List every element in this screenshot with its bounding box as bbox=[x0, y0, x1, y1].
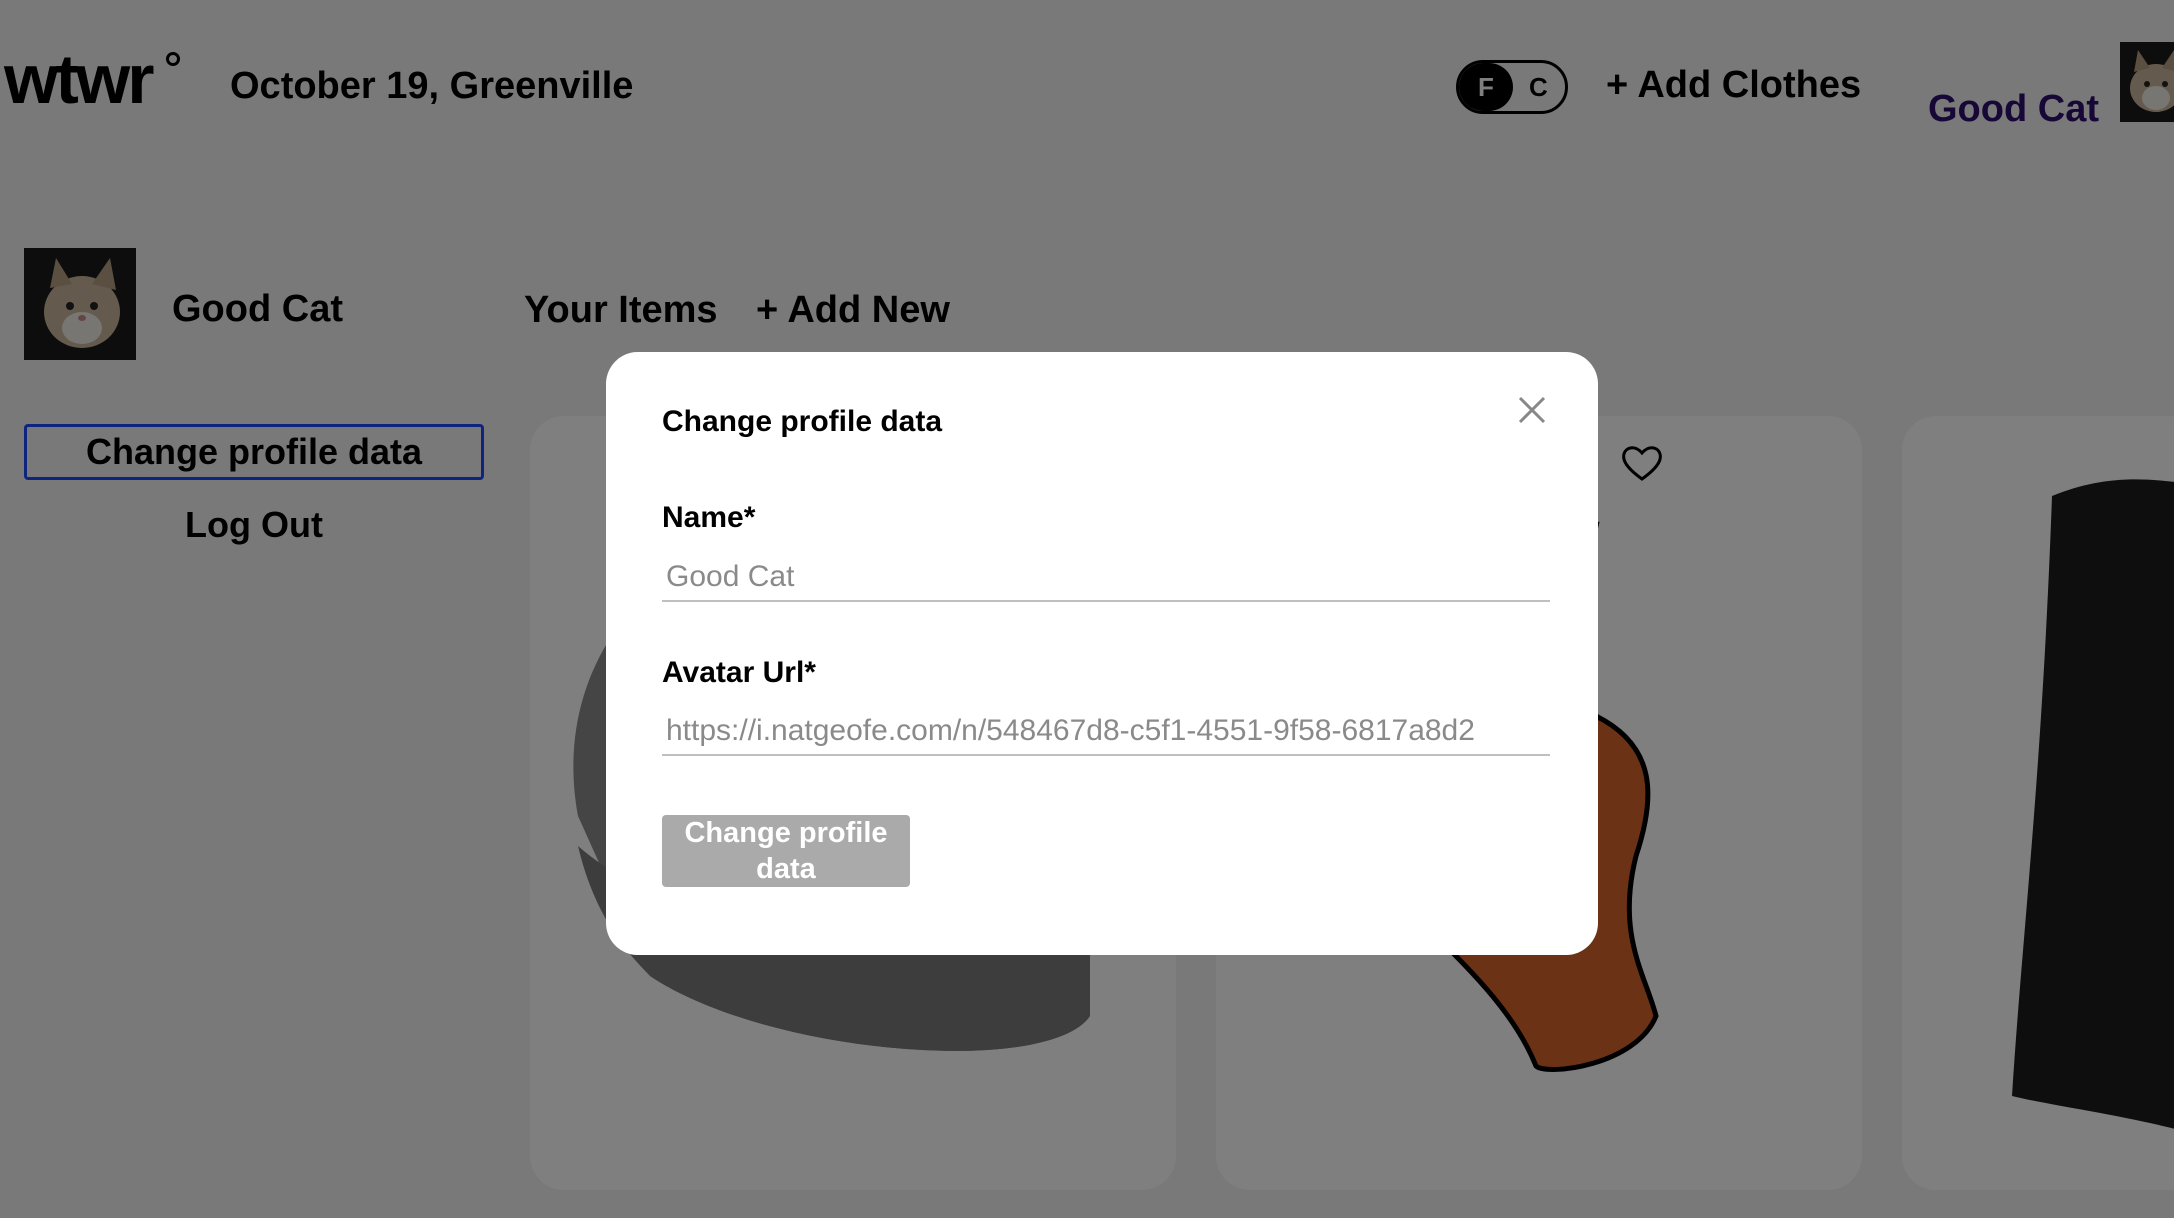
modal-title: Change profile data bbox=[662, 405, 943, 438]
submit-change-profile-button[interactable]: Change profile data bbox=[662, 815, 910, 887]
name-input[interactable] bbox=[662, 554, 1550, 602]
avatar-url-input[interactable] bbox=[662, 708, 1550, 756]
close-icon[interactable] bbox=[1512, 390, 1552, 430]
avatar-url-label: Avatar Url* bbox=[662, 656, 816, 689]
name-label: Name* bbox=[662, 501, 756, 534]
app-page: wtwr October 19, Greenville F C + Add Cl… bbox=[0, 0, 2174, 1218]
change-profile-modal: Change profile data Name* Avatar Url* Ch… bbox=[606, 352, 1598, 955]
